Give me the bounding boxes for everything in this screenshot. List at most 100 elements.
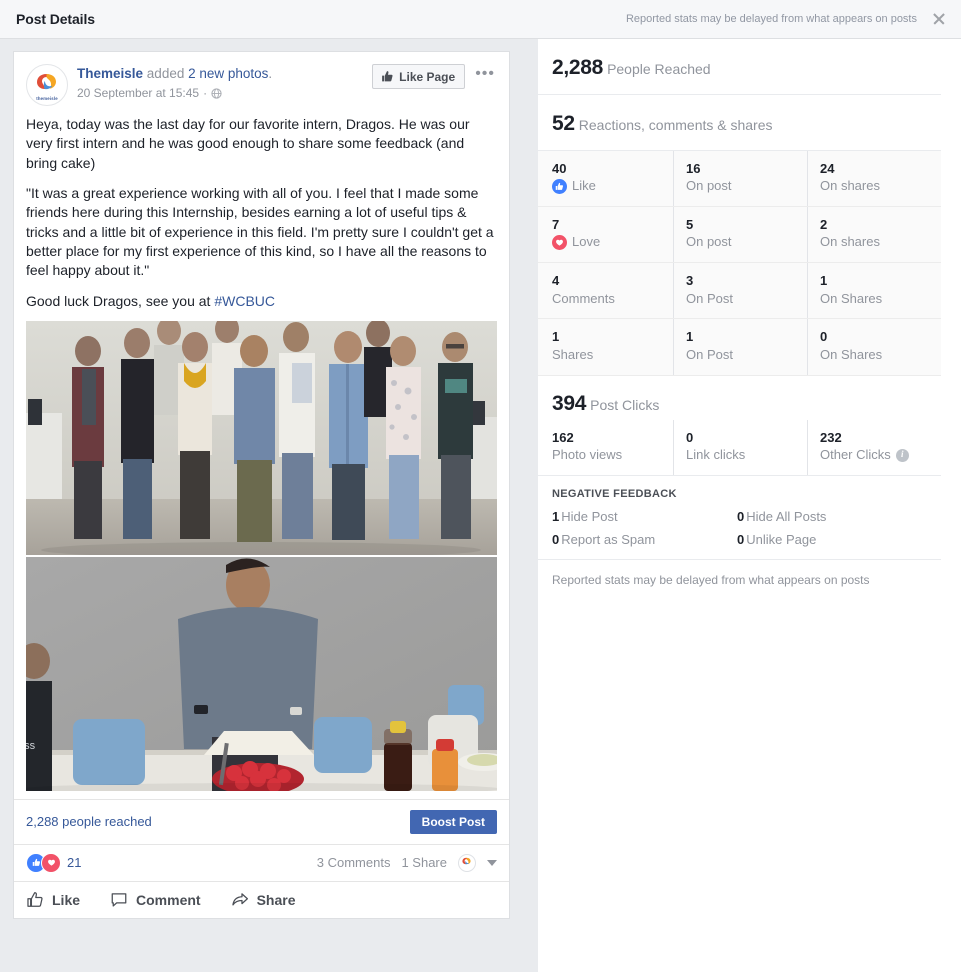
other-clicks-label-text: Other Clicks (820, 446, 891, 462)
share-button[interactable]: Share (231, 891, 296, 909)
post-byline: Themeisle added 2 new photos. (77, 65, 272, 83)
post-card: themeisle Themeisle added 2 new photos. … (13, 51, 510, 919)
comments-total-value: 4 (552, 273, 560, 289)
love-total-label: Love (552, 234, 673, 251)
shares-count-link[interactable]: 1 Share (401, 855, 447, 870)
viewer-avatar[interactable] (458, 853, 476, 872)
love-on-shares-cell: 2 On shares (807, 207, 941, 263)
hide-all-posts-label: Hide All Posts (746, 508, 827, 524)
window-header: Post Details Reported stats may be delay… (0, 0, 961, 39)
boost-post-button[interactable]: Boost Post (409, 809, 497, 834)
love-on-post-cell: 5 On post (673, 207, 807, 263)
themeisle-logo-icon (462, 857, 471, 865)
comments-on-shares-cell: 1 On Shares (807, 263, 941, 319)
table-row: 1 Shares 1 On Post 0 On Shares (538, 319, 941, 376)
comments-total-label: Comments (552, 290, 615, 306)
post-header: themeisle Themeisle added 2 new photos. … (14, 52, 509, 106)
post-action-text: added (146, 66, 185, 81)
post-paragraph: "It was a great experience working with … (26, 184, 494, 279)
reaction-count[interactable]: 21 (67, 855, 81, 870)
comment-button[interactable]: Comment (110, 891, 201, 909)
other-clicks-cell: 232 Other Clicks i (807, 419, 941, 475)
post-header-text: Themeisle added 2 new photos. 20 Septemb… (77, 64, 272, 106)
unlike-page-item: 0 Unlike Page (737, 532, 941, 547)
page-name-link[interactable]: Themeisle (77, 66, 143, 81)
post-clicks-label: Post Clicks (590, 396, 660, 413)
reaction-pills[interactable]: 21 (26, 852, 81, 873)
avatar-brand-text: themeisle (36, 96, 58, 101)
hashtag-link[interactable]: #WCBUC (214, 293, 275, 309)
post-action-buttons: Like Comment Share (14, 880, 509, 918)
group-photo-illustration (26, 320, 497, 555)
comments-on-shares-label: On Shares (820, 290, 883, 306)
shares-total-cell: 1 Shares (538, 319, 673, 374)
post-reactions-summary: 21 3 Comments 1 Share (14, 843, 509, 881)
shares-total-value: 1 (552, 329, 560, 345)
table-row: 7 Love 5 On post 2 On shares (538, 207, 941, 264)
chevron-down-icon[interactable] (487, 859, 497, 866)
like-on-post-label: On post (686, 178, 732, 194)
negative-feedback-section: NEGATIVE FEEDBACK 1 Hide Post 0 Hide All P… (538, 474, 941, 559)
post-preview-column: themeisle Themeisle added 2 new photos. … (0, 39, 538, 972)
avatar[interactable]: themeisle (26, 64, 68, 106)
info-icon[interactable]: i (895, 448, 909, 462)
post-timestamp[interactable]: 20 September at 15:45 (77, 86, 199, 102)
like-page-label: Like Page (399, 69, 456, 84)
table-row: 4 Comments 3 On Post 1 On Shares (538, 263, 941, 320)
post-photo-cake[interactable]: ess (26, 556, 497, 791)
other-clicks-value: 232 (820, 429, 842, 445)
header-right-group: Reported stats may be delayed from what … (626, 11, 947, 27)
comment-button-label: Comment (136, 891, 201, 908)
report-spam-item: 0 Report as Spam (552, 532, 737, 547)
post-paragraph: Heya, today was the last day for our fav… (26, 116, 470, 171)
comments-on-post-value: 3 (686, 273, 694, 289)
like-total-value: 40 (552, 161, 567, 176)
stats-column: 2,288 People Reached 52 Reactions, comment… (538, 39, 961, 587)
shares-on-post-label: On Post (686, 346, 733, 362)
post-message: Heya, today was the last day for our fav… (14, 106, 509, 321)
post-closing-line: Good luck Dragos, see you at #WCBUC (26, 292, 497, 311)
other-clicks-label: Other Clicks i (820, 447, 941, 464)
hide-post-count: 1 (552, 508, 560, 524)
post-clicks-breakdown: 162 Photo views 0 Link clicks 232 Other … (538, 419, 941, 475)
shares-total-label: Shares (552, 346, 594, 362)
photo-views-value: 162 (552, 429, 574, 445)
header-delay-note: Reported stats may be delayed from what … (625, 13, 917, 25)
love-reaction-icon (41, 852, 61, 873)
svg-text:ess: ess (26, 740, 36, 752)
post-reach-row: 2,288 people reached Boost Post (14, 798, 509, 844)
globe-icon (211, 88, 222, 99)
negative-feedback-grid: 1 Hide Post 0 Hide All Posts 0 Report as Sp… (552, 509, 941, 547)
love-label-text: Love (572, 234, 601, 250)
like-total-cell: 40 Like (538, 151, 673, 206)
post-clicks-value: 394 (552, 391, 587, 415)
love-total-cell: 7 Love (538, 207, 673, 262)
comments-total-cell: 4 Comments (538, 263, 673, 318)
hide-all-posts-count: 0 (737, 508, 745, 524)
post-meta: 20 September at 15:45 · (77, 86, 272, 102)
people-reached-link[interactable]: 2,288 people reached (26, 814, 152, 829)
like-button[interactable]: Like (26, 891, 80, 909)
post-closing-text: Good luck Dragos, see you at (26, 292, 215, 309)
post-more-options-icon[interactable]: ••• (471, 65, 499, 88)
like-on-shares-cell: 24 On shares (807, 151, 941, 207)
page-body: themeisle Themeisle added 2 new photos. … (0, 39, 961, 972)
comments-count-link[interactable]: 3 Comments (317, 855, 391, 870)
photo-views-label: Photo views (552, 446, 623, 462)
thumbs-up-icon (381, 70, 394, 83)
like-total-label: Like (552, 178, 673, 195)
shares-on-post-value: 1 (686, 329, 694, 345)
new-photos-link[interactable]: 2 new photos (188, 66, 268, 81)
post-photo-group[interactable] (26, 320, 497, 555)
like-page-button[interactable]: Like Page (372, 64, 466, 89)
unlike-page-count: 0 (737, 531, 745, 547)
engagement-label: Reactions, comments & shares (578, 117, 773, 133)
like-on-shares-value: 24 (820, 161, 835, 176)
thumbs-up-icon (26, 891, 44, 909)
comment-bubble-icon (110, 891, 128, 909)
table-row: 40 Like 16 On post 24 On shares (538, 151, 941, 208)
like-on-post-cell: 16 On post (673, 151, 807, 207)
close-icon[interactable] (931, 11, 947, 27)
like-on-post-value: 16 (686, 161, 701, 176)
shares-on-shares-cell: 0 On Shares (807, 319, 941, 375)
